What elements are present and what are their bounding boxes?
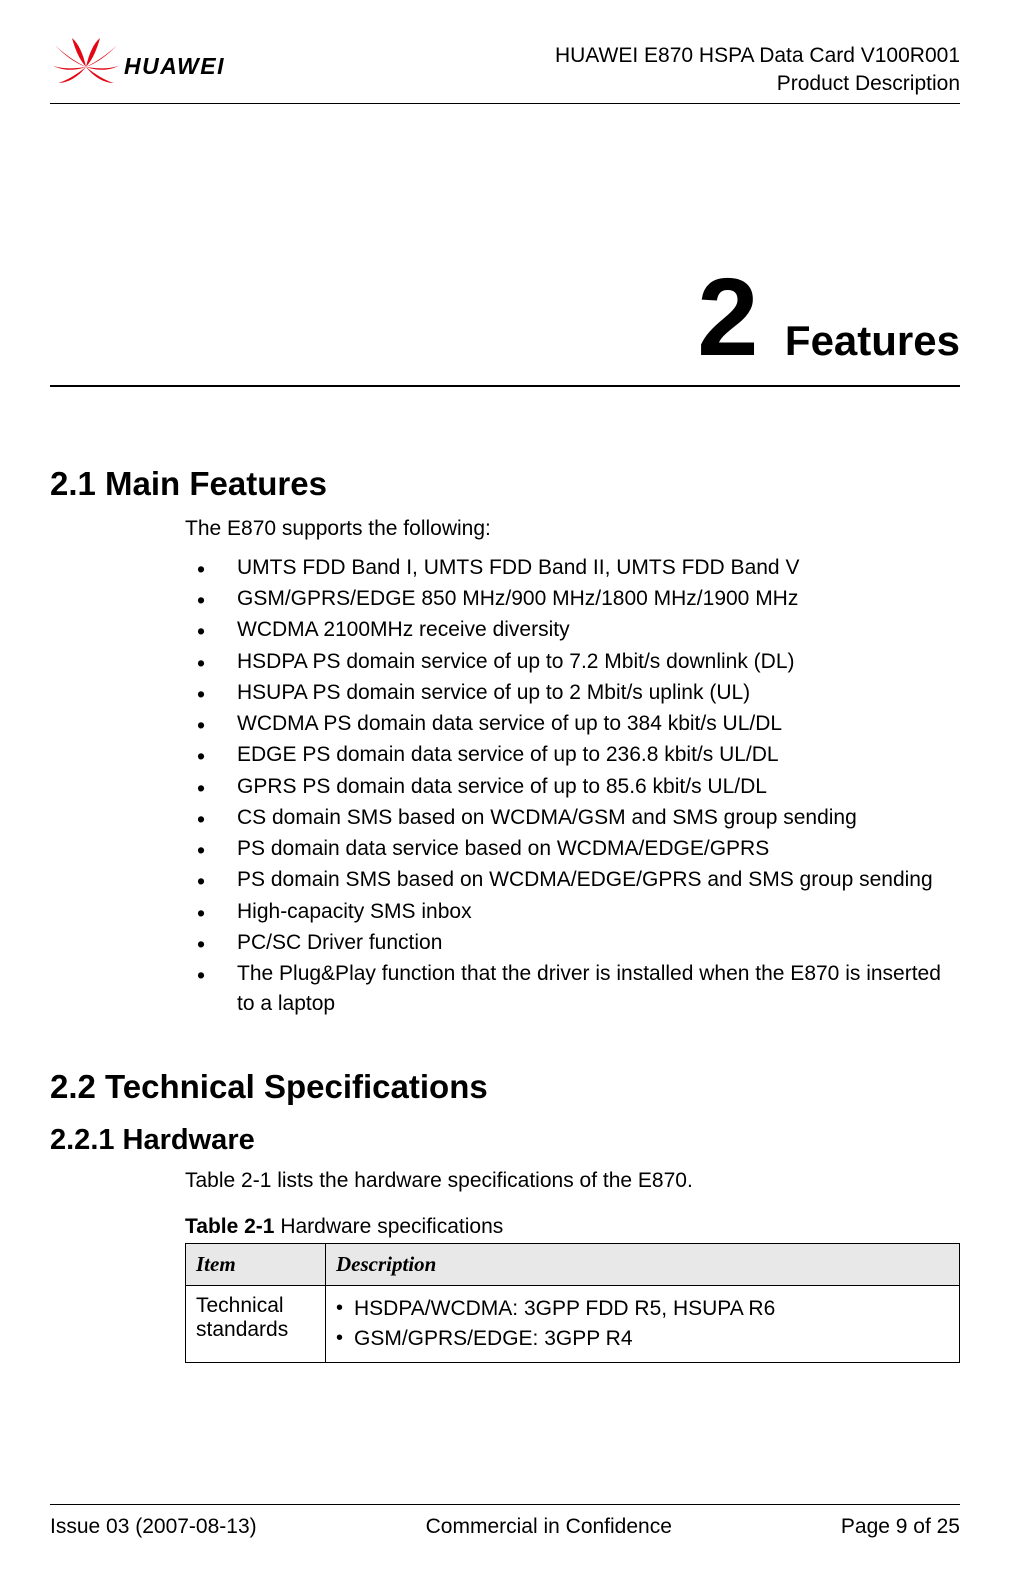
list-item: GPRS PS domain data service of up to 85.… (237, 772, 960, 802)
logo: HUAWEI (50, 35, 225, 97)
footer-confidentiality: Commercial in Confidence (426, 1515, 672, 1539)
list-item: High-capacity SMS inbox (237, 897, 960, 927)
chapter-heading: 2 Features (50, 254, 960, 387)
list-item: HSUPA PS domain service of up to 2 Mbit/… (237, 678, 960, 708)
list-item: WCDMA PS domain data service of up to 38… (237, 709, 960, 739)
table-caption-text: Hardware specifications (274, 1215, 503, 1238)
page-footer: Issue 03 (2007-08-13) Commercial in Conf… (50, 1504, 960, 1539)
main-features-list: UMTS FDD Band I, UMTS FDD Band II, UMTS … (185, 553, 960, 1020)
list-item: The Plug&Play function that the driver i… (237, 959, 960, 1019)
main-features-intro: The E870 supports the following: (185, 517, 960, 541)
table-header-item: Item (186, 1243, 326, 1285)
list-item: HSDPA PS domain service of up to 7.2 Mbi… (237, 647, 960, 677)
footer-issue: Issue 03 (2007-08-13) (50, 1515, 257, 1539)
chapter-title: Features (785, 317, 960, 364)
list-item: GSM/GPRS/EDGE 850 MHz/900 MHz/1800 MHz/1… (237, 584, 960, 614)
table-header-row: Item Description (186, 1243, 960, 1285)
list-item: PS domain data service based on WCDMA/ED… (237, 834, 960, 864)
table-caption: Table 2-1 Hardware specifications (185, 1215, 960, 1239)
chapter-number: 2 (697, 256, 758, 379)
subsection-heading-hardware: 2.2.1 Hardware (50, 1124, 960, 1157)
list-item: CS domain SMS based on WCDMA/GSM and SMS… (237, 803, 960, 833)
list-item: GSM/GPRS/EDGE: 3GPP R4 (336, 1324, 949, 1354)
table-row: Technical standards HSDPA/WCDMA: 3GPP FD… (186, 1285, 960, 1363)
list-item: PC/SC Driver function (237, 928, 960, 958)
logo-text: HUAWEI (124, 53, 225, 80)
hardware-spec-table: Item Description Technical standards HSD… (185, 1243, 960, 1364)
section-heading-main-features: 2.1 Main Features (50, 465, 960, 503)
footer-page-number: Page 9 of 25 (841, 1515, 960, 1539)
hardware-intro: Table 2-1 lists the hardware specificati… (185, 1169, 960, 1193)
section-heading-tech-specs: 2.2 Technical Specifications (50, 1068, 960, 1106)
header-title-line2: Product Description (555, 70, 960, 97)
table-caption-number: Table 2-1 (185, 1215, 274, 1238)
list-item: PS domain SMS based on WCDMA/EDGE/GPRS a… (237, 865, 960, 895)
page-header: HUAWEI HUAWEI E870 HSPA Data Card V100R0… (50, 35, 960, 104)
table-cell-item: Technical standards (186, 1285, 326, 1363)
list-item: WCDMA 2100MHz receive diversity (237, 615, 960, 645)
list-item: HSDPA/WCDMA: 3GPP FDD R5, HSUPA R6 (336, 1294, 949, 1324)
list-item: EDGE PS domain data service of up to 236… (237, 740, 960, 770)
huawei-logo-icon (50, 35, 122, 97)
table-cell-description: HSDPA/WCDMA: 3GPP FDD R5, HSUPA R6 GSM/G… (326, 1285, 960, 1363)
header-title: HUAWEI E870 HSPA Data Card V100R001 Prod… (555, 42, 960, 97)
header-title-line1: HUAWEI E870 HSPA Data Card V100R001 (555, 42, 960, 69)
list-item: UMTS FDD Band I, UMTS FDD Band II, UMTS … (237, 553, 960, 583)
table-header-description: Description (326, 1243, 960, 1285)
